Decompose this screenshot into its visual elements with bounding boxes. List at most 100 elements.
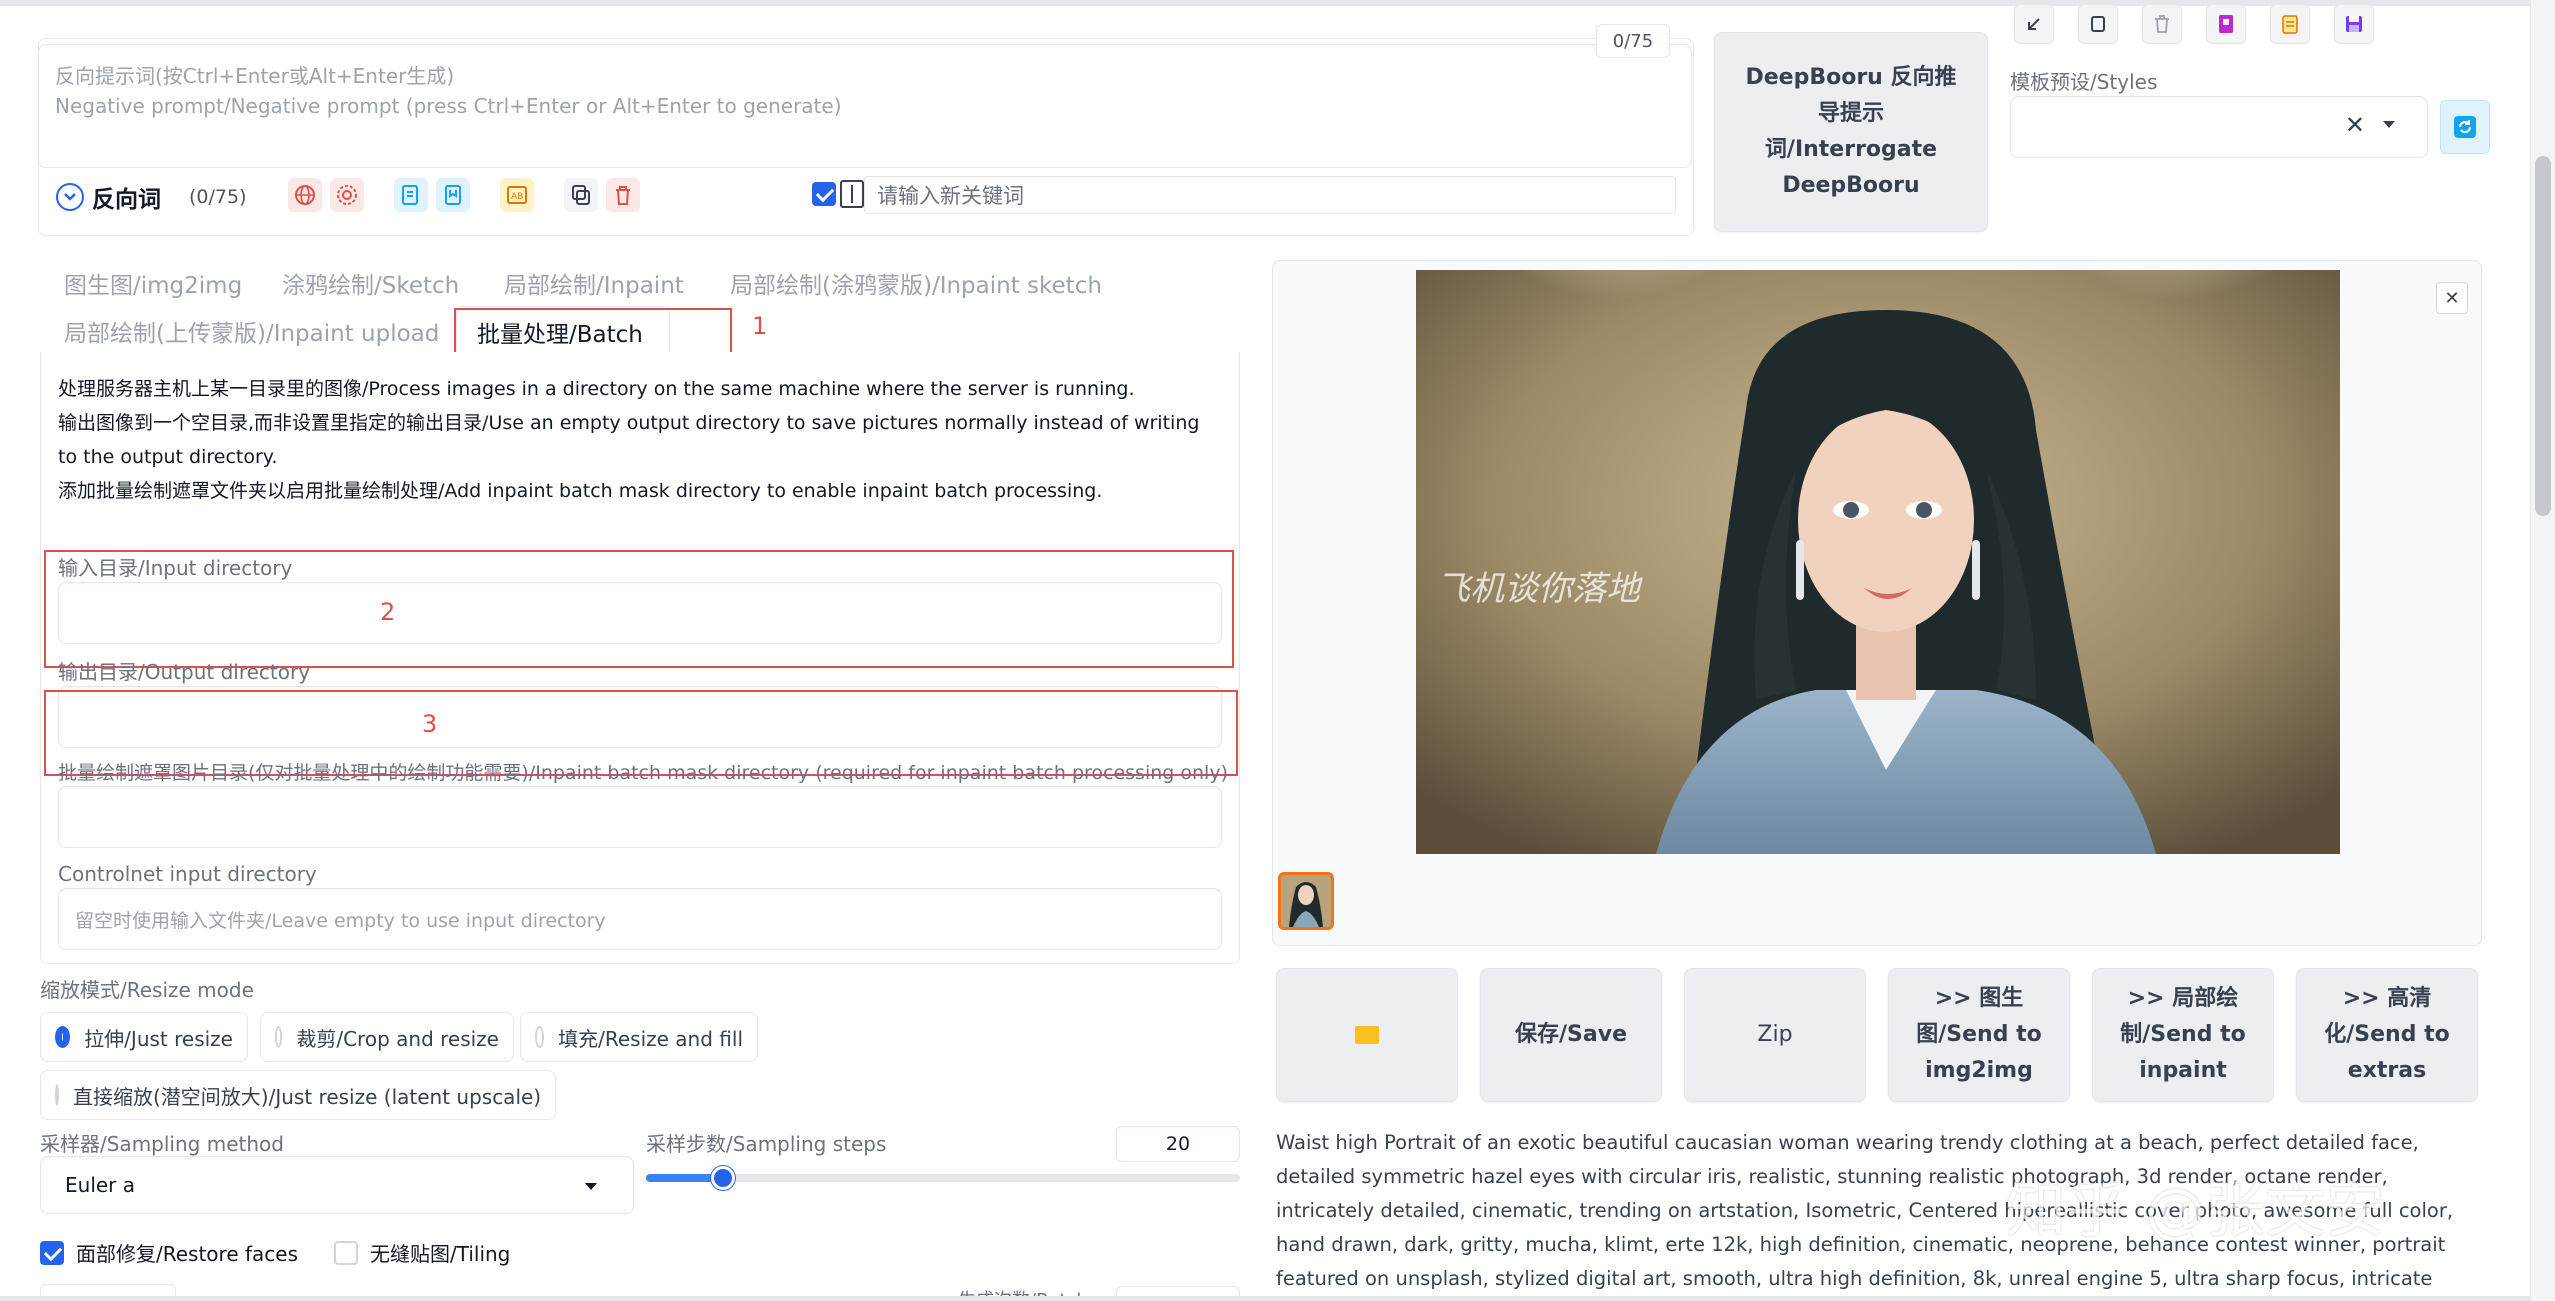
mask-dir-label: 批量绘制遮罩图片目录(仅对批量处理中的绘制功能需要)/Inpaint batch… [58,762,1228,784]
resize-mode-label: 缩放模式/Resize mode [40,978,254,1002]
token-counter: 0/75 [1596,24,1670,58]
neg-toolbar-count: (0/75) [189,186,247,208]
folder-icon [1355,1026,1379,1044]
new-keyword-input[interactable]: 请输入新关键词 [864,176,1676,214]
controlnet-dir-label: Controlnet input directory [58,862,317,886]
dropdown-arrow-icon[interactable] [2383,121,2395,128]
resize-option-label: 填充/Resize and fill [558,1026,743,1051]
new-keyword-placeholder: 请输入新关键词 [877,184,1024,208]
negative-prompt-input[interactable]: 反向提示词(按Ctrl+Enter或Alt+Enter生成) Negative … [38,44,1692,168]
text-cursor-icon [840,180,864,208]
tiling-label: 无缝贴图/Tiling [370,1242,511,1266]
square-icon[interactable] [2078,4,2118,44]
output-image[interactable]: 飞机谈你落地 [1416,270,2340,854]
globe-icon[interactable] [288,178,322,212]
resize-option-label: 直接缩放(潜空间放大)/Just resize (latent upscale) [73,1084,542,1109]
resize-option-label: 拉伸/Just resize [84,1026,233,1051]
checkbox-checked-icon [40,1240,64,1265]
bookmark-icon[interactable] [436,178,470,212]
steps-slider-track[interactable] [646,1166,1240,1190]
image-overlay-text: 飞机谈你落地 [1436,569,1643,609]
interrogate-deepbooru-button[interactable]: DeepBooru 反向推导提示词/Interrogate DeepBooru [1714,32,1988,232]
translate-icon[interactable]: AB [500,178,534,212]
neg-toolbar-header[interactable]: 反向词 (0/75) [56,180,247,214]
top-icon-buttons [2014,4,2374,44]
neg-toolbar-tools: AB [288,178,640,212]
styles-label: 模板预设/Styles [2010,70,2158,94]
radio-icon [55,1084,59,1106]
clipboard-icon[interactable] [2270,4,2310,44]
checkbox-icon [334,1240,358,1265]
list-add-icon[interactable] [394,178,428,212]
batch-desc-1: 处理服务器主机上某一目录里的图像/Process images in a dir… [58,378,1135,400]
trash-bin-icon[interactable] [2142,4,2182,44]
resize-option-resize-fill[interactable]: 填充/Resize and fill [520,1012,758,1062]
tab-inpaint-upload[interactable]: 局部绘制(上传蒙版)/Inpaint upload [64,314,439,348]
copy-icon[interactable] [564,178,598,212]
resize-option-latent-upscale[interactable]: 直接缩放(潜空间放大)/Just resize (latent upscale) [40,1070,556,1120]
sampler-value: Euler a [65,1173,136,1197]
restore-faces-label: 面部修复/Restore faces [76,1242,299,1266]
steps-number-input[interactable]: 20 [1116,1126,1240,1162]
send-to-inpaint-button[interactable]: >> 局部绘制/Send to inpaint [2092,968,2274,1102]
negative-prompt-placeholder-2: Negative prompt/Negative prompt (press C… [55,94,842,118]
send-to-extras-button[interactable]: >> 高清化/Send to extras [2296,968,2478,1102]
tab-inpaint-sketch[interactable]: 局部绘制(涂鸦蒙版)/Inpaint sketch [730,266,1102,300]
negative-prompt-placeholder-1: 反向提示词(按Ctrl+Enter或Alt+Enter生成) [55,64,455,88]
refresh-icon [2454,116,2476,138]
collapse-chevron-icon[interactable] [56,183,84,211]
styles-select[interactable]: ✕ [2010,96,2428,158]
refresh-styles-button[interactable] [2440,100,2490,154]
bottom-border [0,1296,2530,1301]
scrollbar-thumb[interactable] [2535,156,2551,516]
open-folder-button[interactable] [1276,968,1458,1102]
close-gallery-icon[interactable]: ✕ [2436,282,2468,314]
tab-img2img[interactable]: 图生图/img2img [64,266,242,300]
annotation-box-2 [44,550,1234,668]
batch-description: 处理服务器主机上某一目录里的图像/Process images in a dir… [58,372,1218,508]
save-button[interactable]: 保存/Save [1480,968,1662,1102]
dropdown-arrow-icon [585,1183,597,1190]
gear-icon[interactable] [330,178,364,212]
style-bookmark-icon[interactable] [2206,4,2246,44]
tiling-checkbox[interactable]: 无缝贴图/Tiling [334,1238,510,1267]
radio-icon [535,1026,545,1048]
mask-dir-field[interactable] [58,786,1222,848]
keyword-input-row [812,180,864,208]
page-scrollbar[interactable] [2530,0,2555,1301]
batch-desc-2: 输出图像到一个空目录,而非设置里指定的输出目录/Use an empty out… [58,412,1200,468]
resize-option-label: 裁剪/Crop and resize [296,1026,499,1051]
radio-selected-icon [55,1026,71,1048]
keyword-checkbox[interactable] [812,182,836,206]
annotation-number-3: 3 [422,710,438,738]
neg-toolbar-label: 反向词 [92,187,161,213]
thumbnail-portrait-icon [1281,875,1331,927]
portrait-image: 飞机谈你落地 [1416,270,2340,854]
svg-text:AB: AB [511,192,523,202]
arrow-down-left-icon[interactable] [2014,4,2054,44]
controlnet-dir-placeholder: 留空时使用输入文件夹/Leave empty to use input dire… [75,909,606,932]
send-to-img2img-button[interactable]: >> 图生图/Send to img2img [1888,968,2070,1102]
annotation-number-2: 2 [380,598,396,626]
sampler-select[interactable]: Euler a [40,1156,634,1214]
zip-button[interactable]: Zip [1684,968,1866,1102]
steps-slider-thumb[interactable] [711,1166,736,1190]
zhihu-watermark: 知乎 @张文安 [2006,1176,2386,1246]
clear-icon[interactable]: ✕ [2345,111,2365,139]
tab-sketch[interactable]: 涂鸦绘制/Sketch [282,266,459,300]
output-dir-label: 输出目录/Output directory [58,660,311,684]
controlnet-dir-field[interactable]: 留空时使用输入文件夹/Leave empty to use input dire… [58,888,1222,950]
resize-option-just-resize[interactable]: 拉伸/Just resize [40,1012,248,1062]
annotation-number-1: 1 [752,312,768,340]
restore-faces-checkbox[interactable]: 面部修复/Restore faces [40,1238,298,1267]
steps-label: 采样步数/Sampling steps [646,1132,887,1156]
sampler-label: 采样器/Sampling method [40,1132,284,1156]
batch-desc-3: 添加批量绘制遮罩文件夹以启用批量绘制处理/Add inpaint batch m… [58,480,1103,502]
radio-icon [275,1026,283,1048]
trash-icon[interactable] [606,178,640,212]
save-disk-icon[interactable] [2334,4,2374,44]
resize-option-crop-resize[interactable]: 裁剪/Crop and resize [260,1012,514,1062]
annotation-box-1 [454,308,732,358]
gallery-thumbnail[interactable] [1278,872,1334,930]
tab-inpaint[interactable]: 局部绘制/Inpaint [504,266,684,300]
